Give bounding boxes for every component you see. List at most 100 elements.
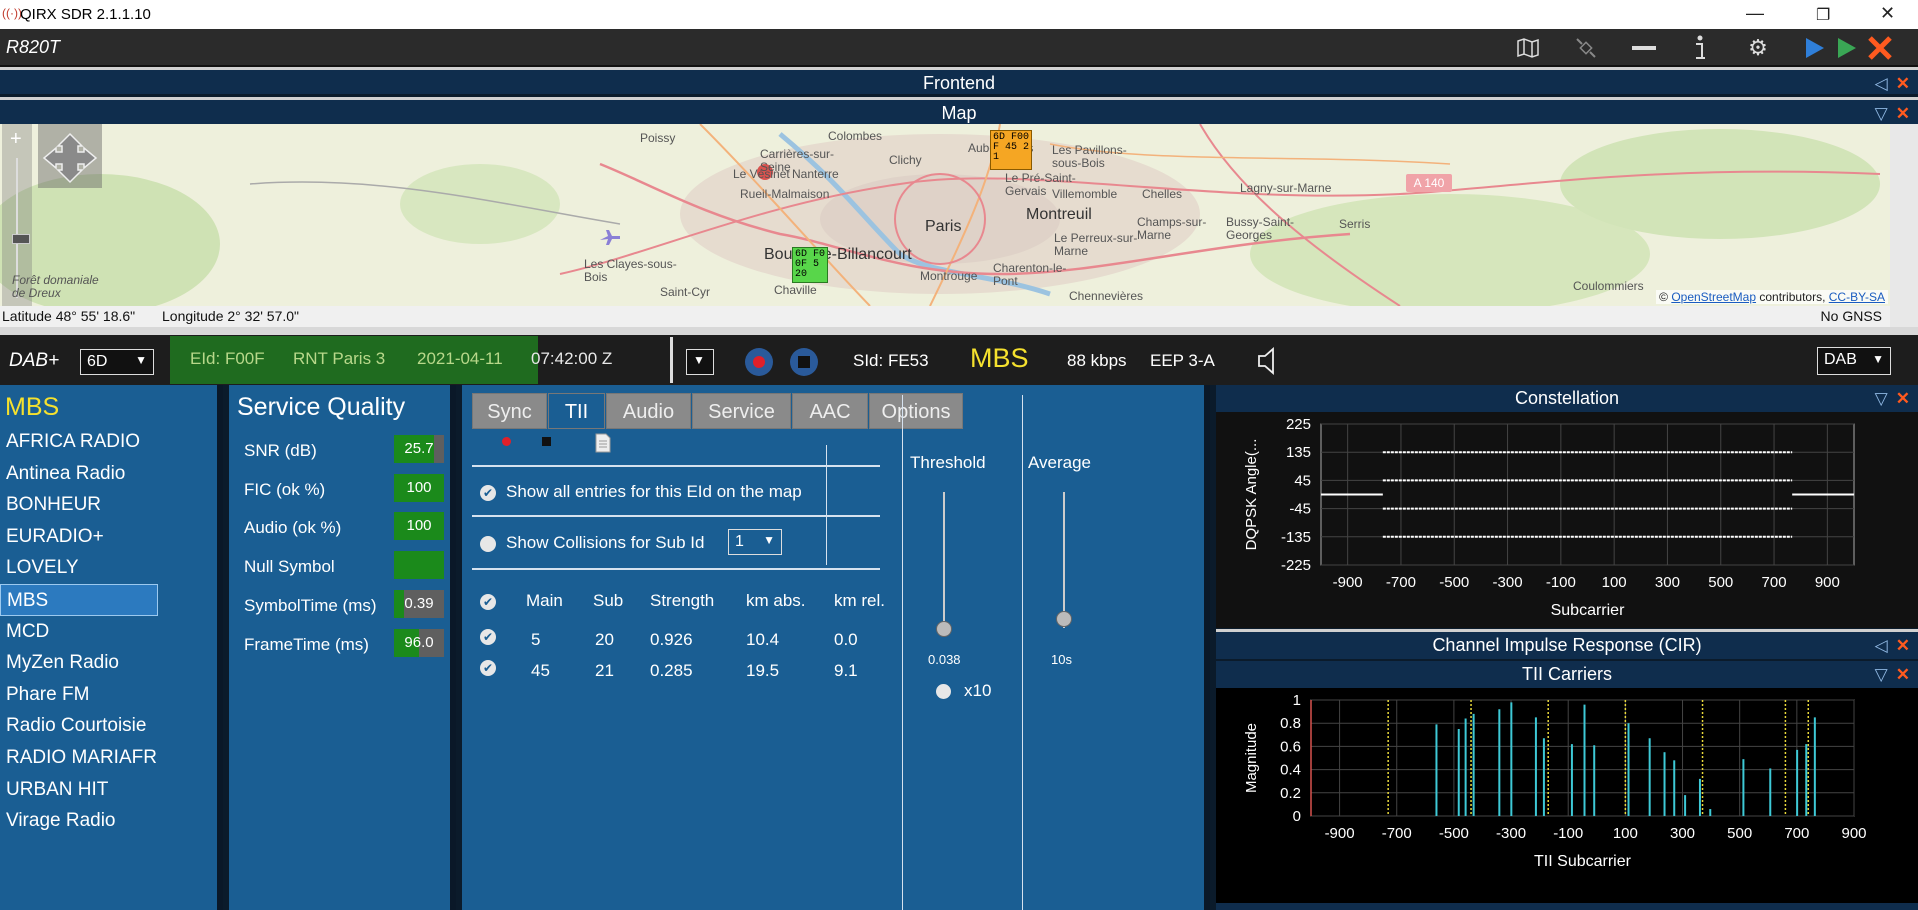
- service-list-item[interactable]: Radio Courtoisie: [0, 710, 158, 742]
- quality-meter: 100: [394, 473, 444, 502]
- tii-carriers-plot[interactable]: 1 0.8 0.6 0.4 0.2 0 -900 -700 -500 -300 -100 100 300…: [1216, 688, 1918, 903]
- service-list-item[interactable]: URBAN HIT: [0, 774, 158, 806]
- info-icon[interactable]: [1686, 34, 1714, 62]
- table-check-icon[interactable]: ✔: [480, 593, 506, 611]
- map-place-label: Chelles: [1142, 187, 1183, 201]
- channel-select[interactable]: 6D ▼: [80, 349, 154, 375]
- tii-carriers-header[interactable]: TII Carriers ▽ ✕: [1216, 661, 1918, 688]
- pan-control[interactable]: [38, 124, 102, 188]
- quality-label: Null Symbol: [244, 557, 335, 577]
- map-view[interactable]: A 140 + PoissyColombesAubervilliersLes P…: [0, 124, 1890, 306]
- constellation-header[interactable]: Constellation ▽ ✕: [1216, 385, 1918, 412]
- tab-aac[interactable]: AAC: [792, 393, 868, 429]
- gear-icon[interactable]: ⚙: [1744, 34, 1772, 62]
- eid-label: EId: F00F: [190, 349, 265, 368]
- quality-meter: [394, 551, 444, 580]
- panel-close-icon[interactable]: ✕: [1896, 389, 1910, 408]
- panel-close-icon[interactable]: ✕: [1896, 104, 1910, 123]
- constellation-plot[interactable]: 225 135 45 -45 -135 -225 -900 -700 -500 -300 -100 1…: [1216, 412, 1918, 628]
- service-list-item[interactable]: Virage Radio: [0, 805, 158, 837]
- chevron-down-icon[interactable]: ▼: [1872, 352, 1884, 366]
- minus-icon[interactable]: [1630, 34, 1658, 62]
- service-list-item[interactable]: MBS: [0, 583, 158, 616]
- tii-cell: 19.5: [746, 661, 780, 680]
- chevron-down-icon[interactable]: ▼: [135, 353, 147, 367]
- collapse-left-icon[interactable]: ◁: [1875, 74, 1888, 93]
- osm-link[interactable]: OpenStreetMap: [1671, 290, 1756, 304]
- panel-close-icon[interactable]: ✕: [1896, 74, 1910, 93]
- x-tick-label: -500: [1439, 825, 1469, 842]
- dab-status-bar: DAB+ 6D ▼ EId: F00F RNT Paris 3 2021-04-…: [0, 335, 1918, 385]
- radio-icon[interactable]: [480, 535, 496, 552]
- collapse-down-icon[interactable]: ▽: [1875, 665, 1888, 684]
- service-list-item[interactable]: MyZen Radio: [0, 647, 158, 679]
- file-icon[interactable]: [595, 433, 611, 458]
- stop-button[interactable]: [790, 348, 818, 376]
- tii-marker-1[interactable]: 6D F00F 45 21: [990, 130, 1032, 170]
- service-list-item[interactable]: RADIO MARIAFR: [0, 742, 158, 774]
- collapse-left-icon[interactable]: ◁: [1875, 636, 1888, 655]
- record-button[interactable]: [745, 348, 773, 376]
- tii-cell: 9.1: [834, 661, 858, 680]
- map-panel-header[interactable]: Map ▽ ✕: [0, 97, 1918, 124]
- average-slider-track[interactable]: [1063, 492, 1065, 628]
- show-collisions-option[interactable]: Show Collisions for Sub Id: [480, 533, 704, 553]
- zoom-thumb[interactable]: [12, 234, 30, 244]
- tab-audio[interactable]: Audio: [606, 393, 691, 429]
- service-list-item[interactable]: MCD: [0, 616, 158, 648]
- tab-options[interactable]: Options: [869, 393, 963, 429]
- average-slider-thumb[interactable]: [1056, 611, 1072, 627]
- satellite-icon[interactable]: [1572, 34, 1600, 62]
- service-dropdown[interactable]: ▼: [686, 349, 714, 375]
- service-list-item[interactable]: Phare FM: [0, 679, 158, 711]
- x10-radio[interactable]: [936, 684, 951, 699]
- tab-service[interactable]: Service: [692, 393, 791, 429]
- service-list-item[interactable]: Antinea Radio: [0, 458, 158, 490]
- threshold-slider-thumb[interactable]: [936, 621, 952, 637]
- tii-stop-icon[interactable]: [542, 437, 551, 446]
- collapse-down-icon[interactable]: ▽: [1875, 389, 1888, 408]
- restore-icon[interactable]: ❐: [1816, 5, 1830, 25]
- sub-id-select[interactable]: 1 ▼: [728, 529, 782, 555]
- tii-cell: 0.0: [834, 630, 858, 649]
- service-list-item[interactable]: BONHEUR: [0, 489, 158, 521]
- tii-record-icon[interactable]: [502, 437, 511, 446]
- speaker-icon[interactable]: [1257, 346, 1281, 381]
- x-tick-label: -100: [1553, 825, 1583, 842]
- quality-label: Audio (ok %): [244, 518, 342, 538]
- chevron-down-icon[interactable]: ▼: [763, 533, 775, 547]
- splitter[interactable]: [0, 327, 1918, 335]
- service-list-item[interactable]: EURADIO+: [0, 521, 158, 553]
- map-attribution: © OpenStreetMap contributors, CC-BY-SA: [1656, 290, 1888, 304]
- panel-close-icon[interactable]: ✕: [1896, 636, 1910, 655]
- frontend-panel-header[interactable]: Frontend ◁ ✕: [0, 67, 1918, 94]
- tii-marker-2[interactable]: 6D F00F 5 20: [792, 247, 828, 283]
- tii-cell: 0.926: [650, 630, 693, 649]
- tii-column-header: Main: [526, 591, 563, 610]
- close-icon[interactable]: ✕: [1880, 3, 1895, 24]
- tab-tii[interactable]: TII: [548, 393, 605, 429]
- record-icon: [753, 356, 765, 368]
- service-list-header: MBS: [5, 393, 60, 421]
- service-list-item[interactable]: AFRICA RADIO: [0, 426, 158, 458]
- service-list-item[interactable]: LOVELY: [0, 552, 158, 584]
- row-check-icon[interactable]: ✔: [480, 628, 506, 646]
- map-icon[interactable]: [1514, 34, 1542, 62]
- check-icon[interactable]: ✔: [480, 484, 496, 501]
- minimize-icon[interactable]: —: [1746, 3, 1764, 24]
- license-link[interactable]: CC-BY-SA: [1829, 290, 1885, 304]
- zoom-in-icon[interactable]: +: [10, 128, 22, 151]
- band-select[interactable]: DAB ▼: [1817, 347, 1891, 375]
- panel-close-icon[interactable]: ✕: [1896, 665, 1910, 684]
- play-icon[interactable]: [1800, 34, 1828, 62]
- map-scrollbar[interactable]: [1890, 124, 1918, 327]
- collapse-down-icon[interactable]: ▽: [1875, 104, 1888, 123]
- show-all-entries-option[interactable]: ✔ Show all entries for this EId on the ma…: [480, 482, 802, 502]
- tab-sync[interactable]: Sync: [472, 393, 547, 429]
- threshold-slider-track[interactable]: [943, 492, 945, 628]
- cir-header[interactable]: Channel Impulse Response (CIR) ◁ ✕: [1216, 629, 1918, 659]
- chevron-down-icon[interactable]: ▼: [693, 353, 705, 367]
- row-check-icon[interactable]: ✔: [480, 659, 506, 677]
- stop-close-icon[interactable]: [1866, 34, 1894, 62]
- play-green-icon[interactable]: [1832, 34, 1860, 62]
